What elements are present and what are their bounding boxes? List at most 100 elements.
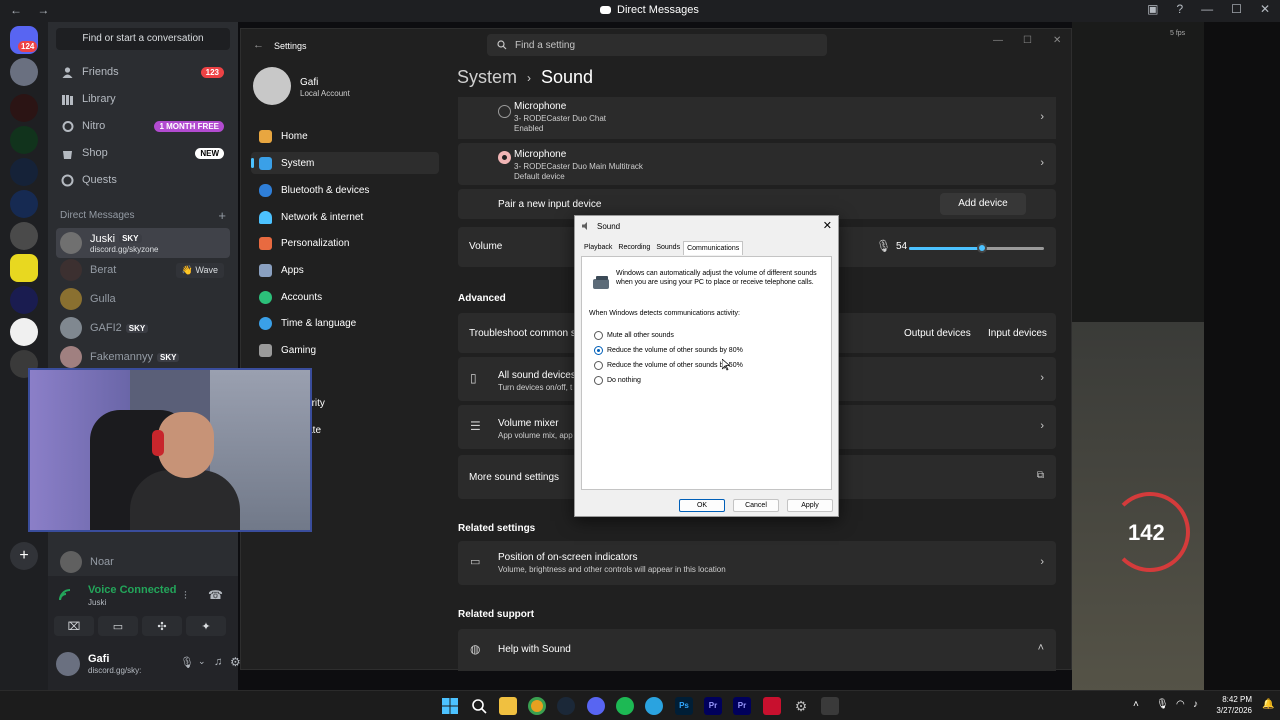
maximize-button[interactable]: ☐ xyxy=(1023,35,1032,46)
server-icon-5[interactable] xyxy=(10,190,38,218)
nav-home[interactable]: Home xyxy=(251,125,439,147)
option-reduce-50[interactable]: Reduce the volume of other sounds by 50% xyxy=(594,361,743,370)
add-server-icon[interactable]: + xyxy=(10,542,38,570)
nav-time-language[interactable]: Time & language xyxy=(251,312,439,334)
tab-playback[interactable]: Playback xyxy=(581,241,615,255)
server-icon-6[interactable] xyxy=(10,222,38,250)
breadcrumb-parent[interactable]: System xyxy=(457,67,517,88)
input-device-row[interactable]: Microphone 3- RODECaster Duo Main Multit… xyxy=(458,143,1056,185)
nav-bluetooth[interactable]: Bluetooth & devices xyxy=(251,179,439,201)
tab-communications[interactable]: Communications xyxy=(683,241,744,255)
option-mute-all[interactable]: Mute all other sounds xyxy=(594,331,674,340)
apply-button[interactable]: Apply xyxy=(787,499,833,512)
volume-slider-thumb[interactable] xyxy=(976,243,987,253)
close-button[interactable]: ✕ xyxy=(1053,35,1061,46)
noise-icon[interactable]: ⫶ xyxy=(184,590,187,603)
radio[interactable] xyxy=(594,361,603,370)
onscreen-indicators-row[interactable]: ▭ Position of on-screen indicators Volum… xyxy=(458,541,1056,585)
nav-gaming[interactable]: Gaming xyxy=(251,339,439,361)
nav-system[interactable]: System xyxy=(251,152,439,174)
dm-item[interactable]: Juski SKY discord.gg/skyzone xyxy=(56,228,230,258)
soundboard-button[interactable]: ✦ xyxy=(186,616,226,636)
nav-shop[interactable]: Shop NEW xyxy=(56,141,230,165)
dm-item[interactable]: Noar xyxy=(56,548,230,576)
tab-sounds[interactable]: Sounds xyxy=(653,241,683,255)
server-icon-7[interactable] xyxy=(10,254,38,282)
avatar[interactable] xyxy=(56,652,80,676)
clock[interactable]: 8:42 PM 3/27/2026 xyxy=(1216,694,1252,716)
option-reduce-80[interactable]: Reduce the volume of other sounds by 80% xyxy=(594,346,743,355)
radio[interactable] xyxy=(594,376,603,385)
find-conversation-button[interactable]: Find or start a conversation xyxy=(56,28,230,50)
input-devices-button[interactable]: Input devices xyxy=(988,328,1047,339)
help-with-sound-row[interactable]: ◍ Help with Sound ˄ xyxy=(458,629,1056,671)
dm-item[interactable]: Berat 👋 Wave xyxy=(56,256,230,284)
cancel-button[interactable]: Cancel xyxy=(733,499,779,512)
file-explorer-icon[interactable] xyxy=(499,697,517,715)
close-button[interactable]: ✕ xyxy=(1260,2,1270,16)
device-radio-selected[interactable] xyxy=(498,151,511,164)
server-icon-9[interactable] xyxy=(10,318,38,346)
ok-button[interactable]: OK xyxy=(679,499,725,512)
mic-icon[interactable]: 🎙 xyxy=(1156,699,1169,710)
disconnect-icon[interactable]: ☎ xyxy=(208,588,223,602)
nav-network[interactable]: Network & internet xyxy=(251,206,439,228)
photoshop-icon[interactable]: Ps xyxy=(675,697,693,715)
nav-friends[interactable]: Friends 123 xyxy=(56,60,230,84)
option-do-nothing[interactable]: Do nothing xyxy=(594,376,641,385)
back-button[interactable]: ← xyxy=(253,39,264,51)
server-icon-8[interactable] xyxy=(10,286,38,314)
telegram-icon[interactable] xyxy=(645,697,663,715)
premiere-icon[interactable]: Pr xyxy=(704,697,722,715)
maximize-button[interactable]: ☐ xyxy=(1231,2,1242,16)
premiere-icon-2[interactable]: Pr xyxy=(733,697,751,715)
minimize-button[interactable]: — xyxy=(993,35,1003,46)
dm-item[interactable]: Gulla xyxy=(56,285,230,313)
app-icon[interactable] xyxy=(821,697,839,715)
avatar[interactable] xyxy=(253,67,291,105)
mic-icon[interactable]: 🎙 xyxy=(180,656,194,669)
notification-icon[interactable]: 🔔 xyxy=(1262,699,1274,710)
help-icon[interactable]: ? xyxy=(1176,2,1183,16)
spotify-icon[interactable] xyxy=(616,697,634,715)
server-icon-4[interactable] xyxy=(10,158,38,186)
headphones-icon[interactable]: ♫ xyxy=(214,656,222,668)
radio[interactable] xyxy=(594,331,603,340)
new-dm-icon[interactable]: + xyxy=(218,208,226,223)
nav-personalization[interactable]: Personalization xyxy=(251,232,439,254)
output-devices-button[interactable]: Output devices xyxy=(904,328,971,339)
add-device-button[interactable]: Add device xyxy=(940,193,1026,215)
chrome-icon[interactable] xyxy=(528,697,546,715)
wifi-icon[interactable]: ◠ xyxy=(1176,699,1185,710)
minimize-button[interactable]: — xyxy=(1201,2,1213,16)
inbox-icon[interactable]: ▣ xyxy=(1147,2,1158,16)
start-button[interactable] xyxy=(441,697,459,715)
nav-accounts[interactable]: Accounts xyxy=(251,286,439,308)
adobe-icon[interactable] xyxy=(763,697,781,715)
tab-recording[interactable]: Recording xyxy=(615,241,653,255)
input-device-row[interactable]: Microphone 3- RODECaster Duo Chat Enable… xyxy=(458,97,1056,139)
wave-button[interactable]: 👋 Wave xyxy=(175,262,224,278)
screen-share-button[interactable]: ▭ xyxy=(98,616,138,636)
steam-icon[interactable] xyxy=(557,697,575,715)
nav-library[interactable]: Library xyxy=(56,87,230,111)
nav-arrows[interactable]: ← → xyxy=(10,3,55,17)
discord-icon[interactable] xyxy=(587,697,605,715)
server-icon-3[interactable] xyxy=(10,126,38,154)
close-button[interactable]: ✕ xyxy=(823,219,832,232)
volume-icon[interactable]: ♪ xyxy=(1193,699,1198,710)
device-radio[interactable] xyxy=(498,105,511,118)
settings-gear-icon[interactable]: ⚙ xyxy=(792,697,810,715)
server-icon-2[interactable] xyxy=(10,94,38,122)
server-icon-1[interactable] xyxy=(10,58,38,86)
nav-apps[interactable]: Apps xyxy=(251,259,439,281)
activities-button[interactable]: ✣ xyxy=(142,616,182,636)
chevron-down-icon[interactable]: ⌄ xyxy=(198,656,206,667)
nav-quests[interactable]: Quests xyxy=(56,168,230,192)
chevron-up-icon[interactable]: ˄ xyxy=(1133,699,1139,710)
dm-item[interactable]: GAFI2 SKY xyxy=(56,314,230,342)
camera-button[interactable]: ⌧ xyxy=(54,616,94,636)
search-icon[interactable] xyxy=(470,697,488,715)
dm-item[interactable]: Fakemannyy SKY xyxy=(56,343,230,371)
volume-slider[interactable] xyxy=(909,243,1044,253)
